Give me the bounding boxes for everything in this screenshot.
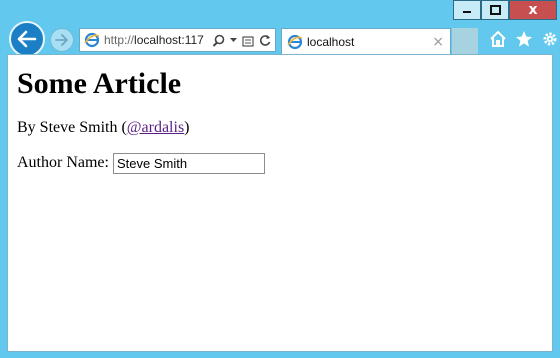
compatibility-view-icon[interactable] (242, 34, 254, 47)
ie-tab-icon (287, 34, 303, 49)
maximize-icon (489, 5, 501, 15)
byline-suffix: ) (184, 119, 190, 136)
ie-page-icon (84, 32, 100, 48)
url-scheme: http:// (104, 33, 135, 47)
dropdown-chevron-icon[interactable] (230, 37, 237, 43)
browser-window: x http://localhost:117 localhost × Some … (0, 0, 560, 358)
tab-label: localhost (307, 34, 355, 49)
refresh-icon[interactable] (259, 34, 271, 47)
settings-gear-icon[interactable] (541, 30, 559, 48)
author-name-input[interactable] (112, 153, 265, 174)
address-url[interactable]: http://localhost:117 (104, 33, 208, 47)
url-host: localhost:117 (134, 33, 204, 47)
author-row: Author Name: (17, 153, 552, 174)
tab-localhost[interactable]: localhost × (281, 28, 451, 54)
minimize-button[interactable] (453, 0, 481, 20)
page-content: Some Article By Steve Smith (@ardalis) A… (7, 54, 553, 352)
maximize-button[interactable] (481, 0, 509, 20)
home-icon[interactable] (489, 30, 507, 48)
page-title: Some Article (17, 67, 182, 100)
close-icon: x (528, 2, 538, 18)
byline: By Steve Smith (@ardalis) (17, 119, 552, 137)
back-button[interactable] (9, 21, 45, 57)
forward-button[interactable] (50, 28, 74, 52)
forward-arrow-icon (55, 34, 68, 46)
minimize-icon (463, 11, 471, 13)
address-bar[interactable]: http://localhost:117 (79, 28, 276, 52)
byline-prefix: By Steve Smith ( (17, 119, 127, 136)
author-name-label: Author Name: (17, 154, 109, 172)
new-tab-button[interactable] (452, 28, 478, 54)
search-icon[interactable] (212, 34, 225, 47)
twitter-handle-link[interactable]: @ardalis (127, 119, 184, 136)
back-arrow-icon (17, 30, 37, 48)
close-tab-icon[interactable]: × (432, 34, 444, 50)
favorites-star-icon[interactable] (515, 30, 533, 48)
close-window-button[interactable]: x (509, 0, 557, 20)
